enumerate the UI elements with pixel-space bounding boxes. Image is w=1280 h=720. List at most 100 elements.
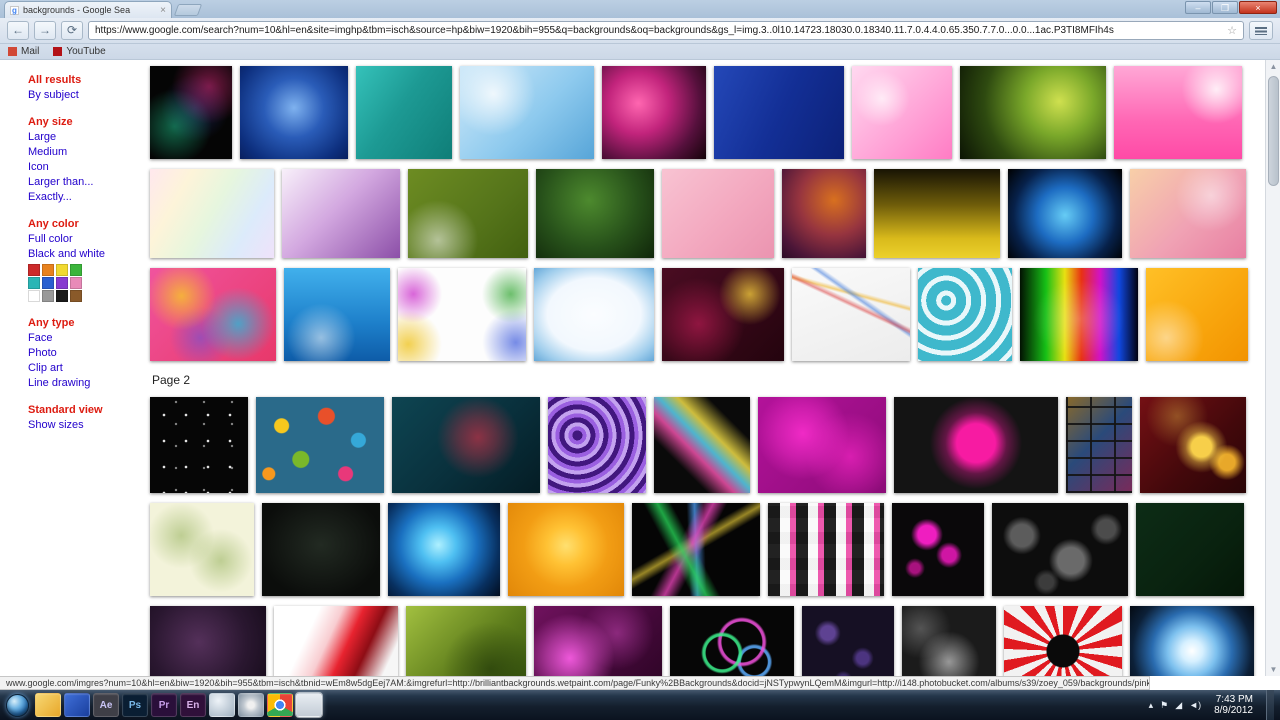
color-swatch[interactable] xyxy=(56,277,68,289)
image-result-retro-cartoon-flowers[interactable] xyxy=(256,397,384,493)
image-result-green-floral-corner[interactable] xyxy=(408,169,528,258)
image-result-gray-stars-black[interactable] xyxy=(992,503,1128,596)
filter-link[interactable]: Icon xyxy=(28,161,144,173)
image-result-neon-rings-black[interactable] xyxy=(670,606,794,676)
minimize-window-button[interactable]: – xyxy=(1185,1,1211,14)
image-result-plum-smoke[interactable] xyxy=(150,606,266,676)
image-result-pink-hearts-clouds[interactable] xyxy=(1114,66,1242,159)
bookmark-mail[interactable]: Mail xyxy=(8,46,39,57)
image-result-pink-black-plaid[interactable] xyxy=(768,503,884,596)
filter-link[interactable]: Full color xyxy=(28,233,144,245)
image-result-blue-white-frame[interactable] xyxy=(534,268,654,361)
image-result-glowing-blue-heart[interactable] xyxy=(388,503,500,596)
image-result-red-ribbon-white[interactable] xyxy=(274,606,398,676)
color-swatch[interactable] xyxy=(70,290,82,302)
color-swatch[interactable] xyxy=(56,290,68,302)
image-result-purple-floral-grunge[interactable] xyxy=(282,169,400,258)
vertical-scrollbar[interactable]: ▲ ▼ xyxy=(1265,60,1280,676)
scrollbar-thumb[interactable] xyxy=(1268,76,1279,186)
image-result-pink-splash-black[interactable] xyxy=(602,66,706,159)
color-swatch[interactable] xyxy=(56,264,68,276)
image-result-neon-scribbles-black[interactable] xyxy=(632,503,760,596)
bookmark-star-icon[interactable]: ☆ xyxy=(1227,24,1237,37)
image-result-pink-grunge[interactable] xyxy=(662,169,774,258)
address-bar[interactable]: https://www.google.com/search?num=10&hl=… xyxy=(88,21,1244,40)
filter-link[interactable]: Large xyxy=(28,131,144,143)
close-window-button[interactable]: × xyxy=(1239,1,1277,14)
show-desktop-button[interactable] xyxy=(1266,690,1274,720)
image-result-dark-teal-rose[interactable] xyxy=(392,397,540,493)
image-result-pink-hearts-light[interactable] xyxy=(852,66,952,159)
network-icon[interactable]: ◢ xyxy=(1175,700,1182,711)
taskbar-encore-icon[interactable]: En xyxy=(180,693,206,717)
taskbar-clock[interactable]: 7:43 PM 8/9/2012 xyxy=(1208,694,1259,716)
image-result-pink-orange-swirls[interactable] xyxy=(1130,169,1246,258)
image-result-olive-flourish-cream[interactable] xyxy=(150,503,254,596)
action-center-flag-icon[interactable]: ⚑ xyxy=(1160,700,1168,711)
filter-selected[interactable]: All results xyxy=(28,74,144,86)
image-result-starry-blue[interactable] xyxy=(240,66,348,159)
image-result-blue-swirl-bottom[interactable] xyxy=(284,268,390,361)
filter-link[interactable]: Medium xyxy=(28,146,144,158)
image-result-balloons-border[interactable] xyxy=(398,268,526,361)
filter-link[interactable]: Black and white xyxy=(28,248,144,260)
show-hidden-icon[interactable]: ▴ xyxy=(1149,700,1154,711)
filter-link[interactable]: Photo xyxy=(28,347,144,359)
image-result-crayons-on-white[interactable] xyxy=(792,268,910,361)
image-result-thumbnail-collage[interactable] xyxy=(1066,397,1132,493)
image-result-deep-blue-wave[interactable] xyxy=(714,66,844,159)
image-result-rainbow-paisley[interactable] xyxy=(150,268,276,361)
filter-link[interactable]: Exactly... xyxy=(28,191,144,203)
image-result-magenta-3d-hearts[interactable] xyxy=(758,397,886,493)
image-result-orange-flourish[interactable] xyxy=(1146,268,1248,361)
filter-link[interactable]: Line drawing xyxy=(28,377,144,389)
image-result-magenta-lilies[interactable] xyxy=(534,606,662,676)
image-result-teal-water[interactable] xyxy=(356,66,452,159)
image-result-mossy-forest[interactable] xyxy=(536,169,654,258)
new-tab-button[interactable] xyxy=(174,4,202,16)
taskbar-premiere-icon[interactable]: Pr xyxy=(151,693,177,717)
filter-selected[interactable]: Standard view xyxy=(28,404,144,416)
image-result-violet-stars[interactable] xyxy=(802,606,894,676)
color-swatch[interactable] xyxy=(70,277,82,289)
filter-link[interactable]: By subject xyxy=(28,89,144,101)
url-text[interactable]: https://www.google.com/search?num=10&hl=… xyxy=(95,25,1222,36)
taskbar-screen-recorder-icon[interactable] xyxy=(296,693,322,717)
image-result-green-gold-abstract[interactable] xyxy=(960,66,1106,159)
image-result-pink-hearts-on-black[interactable] xyxy=(892,503,984,596)
filter-link[interactable]: Show sizes xyxy=(28,419,144,431)
filter-selected[interactable]: Any color xyxy=(28,218,144,230)
maximize-window-button[interactable]: ❒ xyxy=(1212,1,1238,14)
taskbar-wmp-icon[interactable] xyxy=(209,693,235,717)
color-swatch[interactable] xyxy=(28,264,40,276)
image-result-night-starfield[interactable] xyxy=(150,397,248,493)
color-swatch[interactable] xyxy=(42,277,54,289)
image-result-electric-blue-burst[interactable] xyxy=(1130,606,1254,676)
color-swatch[interactable] xyxy=(28,290,40,302)
taskbar-after-effects-icon[interactable]: Ae xyxy=(93,693,119,717)
image-result-deep-green-solid[interactable] xyxy=(1136,503,1244,596)
image-result-blue-smoke-swirl[interactable] xyxy=(1008,169,1122,258)
filter-link[interactable]: Larger than... xyxy=(28,176,144,188)
image-result-blue-flourish[interactable] xyxy=(460,66,594,159)
taskbar-chrome-icon[interactable] xyxy=(267,693,293,717)
filter-selected[interactable]: Any size xyxy=(28,116,144,128)
start-button[interactable] xyxy=(6,694,29,717)
scroll-down-arrow-icon[interactable]: ▼ xyxy=(1268,664,1279,675)
tab-close-icon[interactable]: × xyxy=(160,5,166,16)
image-result-black-white-ornate[interactable] xyxy=(902,606,996,676)
filter-selected[interactable]: Any type xyxy=(28,317,144,329)
image-result-amber-circles[interactable] xyxy=(782,169,866,258)
taskbar-photoshop-icon[interactable]: Ps xyxy=(122,693,148,717)
scroll-up-arrow-icon[interactable]: ▲ xyxy=(1268,61,1279,72)
image-result-red-sunburst-dancer[interactable] xyxy=(1004,606,1122,676)
browser-tab[interactable]: g backgrounds - Google Sea × xyxy=(4,1,172,18)
image-result-spectrum-wave-black[interactable] xyxy=(1020,268,1138,361)
image-result-green-floral-silhouette[interactable] xyxy=(406,606,526,676)
volume-icon[interactable]: ◄) xyxy=(1189,700,1201,710)
image-result-orange-dotted-rings[interactable] xyxy=(508,503,624,596)
image-result-pastel-snowflakes[interactable] xyxy=(150,169,274,258)
image-result-paint-splash-butterfly[interactable] xyxy=(654,397,750,493)
color-swatch[interactable] xyxy=(70,264,82,276)
wrench-menu-button[interactable] xyxy=(1249,21,1273,40)
